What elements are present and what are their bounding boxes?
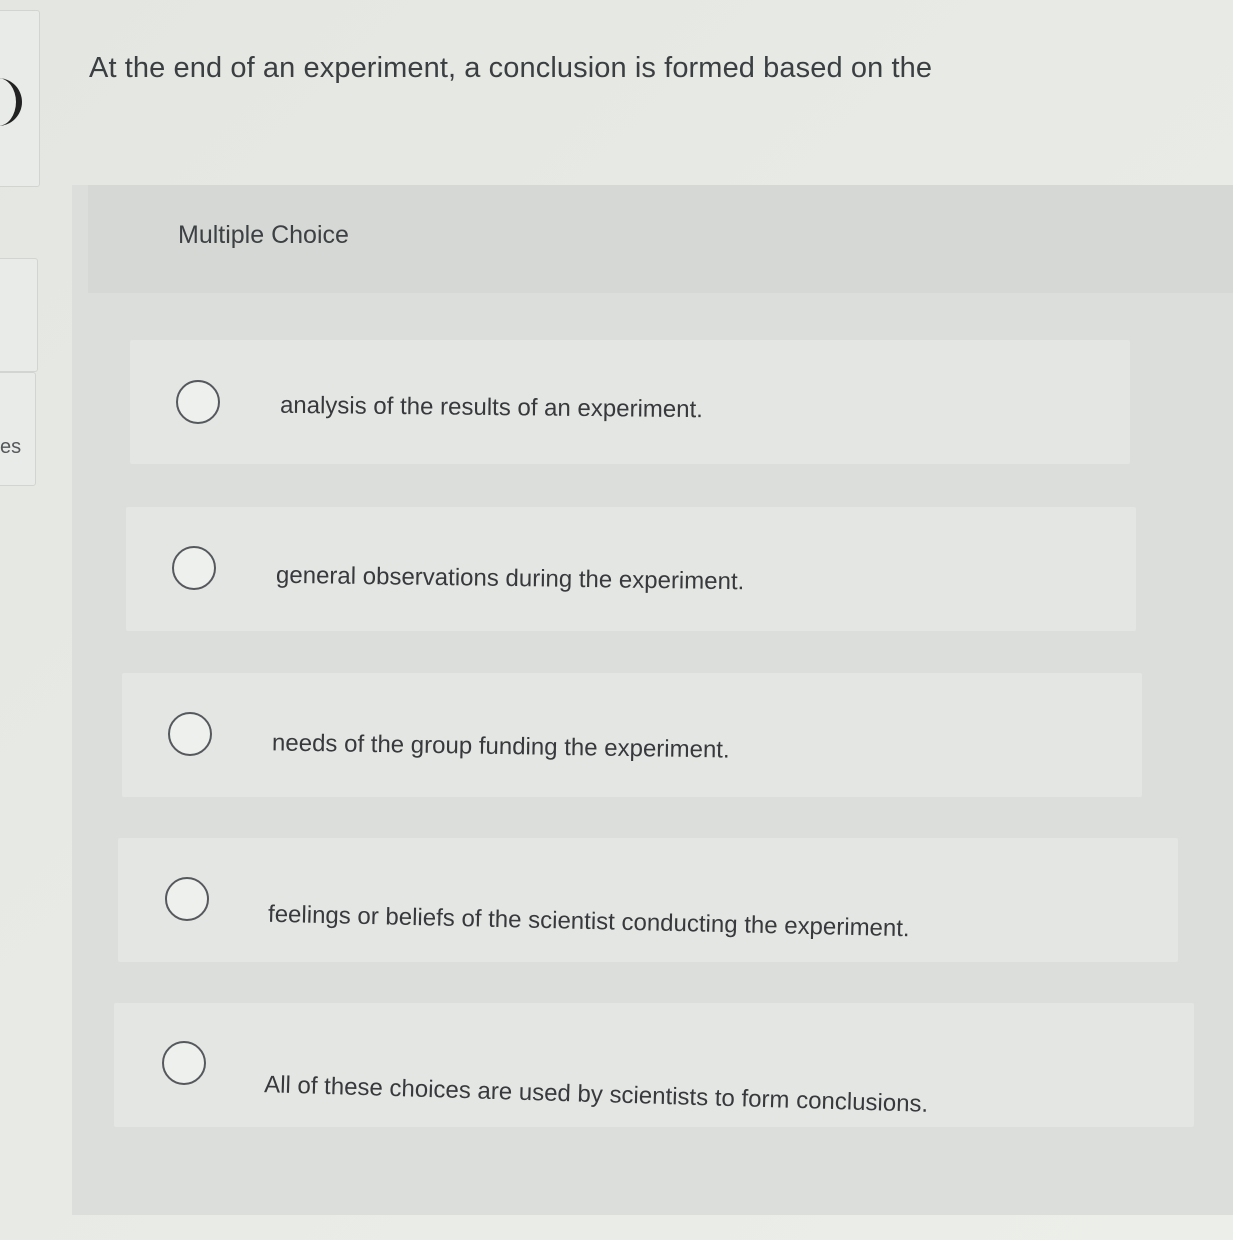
radio-button-icon[interactable]	[162, 1041, 206, 1085]
answer-option-1[interactable]: analysis of the results of an experiment…	[130, 340, 1130, 464]
question-type-label: Multiple Choice	[178, 221, 349, 249]
answer-option-3[interactable]: needs of the group funding the experimen…	[122, 673, 1142, 797]
radio-button-icon[interactable]	[172, 546, 216, 590]
sidebar-partial-label: es	[0, 436, 22, 458]
answer-option-5[interactable]: All of these choices are used by scienti…	[114, 1003, 1194, 1127]
answer-option-2[interactable]: general observations during the experime…	[126, 507, 1136, 631]
answer-panel: Multiple Choice analysis of the results …	[72, 185, 1233, 1215]
question-prompt: At the end of an experiment, a conclusio…	[89, 52, 933, 84]
radio-button-icon[interactable]	[168, 712, 212, 756]
radio-button-icon[interactable]	[165, 877, 209, 921]
answer-option-label: needs of the group funding the experimen…	[271, 729, 730, 764]
answer-option-label: feelings or beliefs of the scientist con…	[267, 900, 910, 943]
answer-option-label: analysis of the results of an experiment…	[279, 391, 704, 424]
answer-panel-header: Multiple Choice	[88, 185, 1233, 293]
answer-option-label: general observations during the experime…	[275, 561, 745, 596]
answer-option-label: All of these choices are used by scienti…	[263, 1071, 929, 1118]
sidebar-panel-middle[interactable]	[0, 258, 38, 372]
radio-button-icon[interactable]	[176, 380, 220, 424]
sidebar-panel-bottom[interactable]	[0, 372, 36, 486]
quiz-page: es At the end of an experiment, a conclu…	[0, 0, 1233, 1240]
answer-option-4[interactable]: feelings or beliefs of the scientist con…	[118, 838, 1178, 962]
